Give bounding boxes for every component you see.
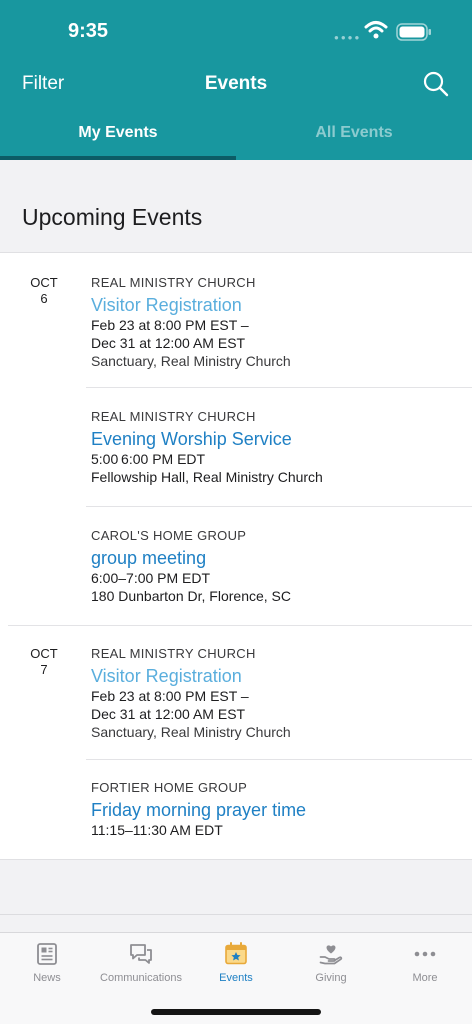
tab-all-events[interactable]: All Events — [236, 124, 472, 142]
section-title: Upcoming Events — [22, 204, 203, 230]
event-title[interactable]: Friday morning prayer time — [91, 799, 472, 821]
chat-bubbles-icon — [130, 944, 152, 964]
event-time: Feb 23 at 8:00 PM EST – — [91, 317, 249, 333]
events-tabs: My Events All Events — [0, 114, 472, 160]
event-title[interactable]: Visitor Registration — [91, 665, 472, 687]
event-title[interactable]: Evening Worship Service — [91, 428, 472, 450]
event-organization: REAL MINISTRY CHURCH — [91, 646, 256, 661]
active-tab-indicator — [0, 156, 236, 160]
event-time-end: Dec 31 at 12:00 AM EST — [91, 706, 246, 722]
navigation-bar: Filter Events — [0, 64, 472, 108]
events-list: OCT 6 REAL MINISTRY CHURCH Visitor Regis… — [0, 252, 472, 860]
event-organization: CAROL'S HOME GROUP — [91, 528, 247, 543]
event-organization: FORTIER HOME GROUP — [91, 780, 248, 795]
tab-label: Communications — [100, 972, 182, 984]
event-organization: REAL MINISTRY CHURCH — [91, 409, 256, 424]
tab-my-events[interactable]: My Events — [0, 124, 236, 142]
event-item[interactable]: REAL MINISTRY CHURCH Visitor Registratio… — [91, 646, 472, 741]
date-divider — [8, 625, 472, 626]
hand-heart-icon — [319, 945, 343, 965]
app-header: 9:35 ●●●● Filter Events My Events All Ev… — [0, 0, 472, 160]
event-time: 11:15–11:30 AM EDT — [91, 822, 223, 838]
event-item[interactable]: CAROL'S HOME GROUP group meeting 6:00–7:… — [91, 528, 472, 605]
home-indicator — [151, 1009, 321, 1015]
event-time: 5:00 6:00 PM EDT — [91, 451, 206, 467]
tab-events[interactable]: Events — [188, 933, 284, 993]
event-time: Feb 23 at 8:00 PM EST – — [91, 688, 249, 704]
event-item[interactable]: REAL MINISTRY CHURCH Evening Worship Ser… — [91, 409, 472, 486]
status-bar: 9:35 ●●●● — [0, 0, 472, 64]
tab-label: Giving — [315, 972, 347, 984]
row-divider — [86, 387, 472, 388]
page-title: Events — [204, 73, 268, 94]
date-month: OCT — [30, 275, 58, 290]
tab-label: Events — [219, 972, 253, 984]
date-month: OCT — [30, 646, 58, 661]
list-end-divider — [0, 914, 472, 915]
search-icon[interactable] — [422, 70, 450, 98]
event-time: 6:00–7:00 PM EDT — [91, 570, 211, 586]
row-divider — [86, 759, 472, 760]
date-group-oct-6: OCT 6 — [22, 275, 66, 307]
tab-label: More — [412, 972, 438, 984]
event-title[interactable]: Visitor Registration — [91, 294, 472, 316]
event-location: Sanctuary, Real Ministry Church — [91, 353, 291, 369]
event-organization: REAL MINISTRY CHURCH — [91, 275, 256, 290]
battery-icon — [396, 23, 431, 41]
calendar-star-icon — [225, 942, 247, 965]
event-title[interactable]: group meeting — [91, 547, 472, 569]
event-time-end: Dec 31 at 12:00 AM EST — [91, 335, 246, 351]
event-location: 180 Dunbarton Dr, Florence, SC — [91, 588, 291, 604]
cellular-signal-icon: ●●●● — [334, 33, 362, 42]
date-day: 6 — [40, 291, 48, 306]
tab-news[interactable]: News — [0, 933, 94, 993]
tab-communications[interactable]: Communications — [94, 933, 188, 993]
event-item[interactable]: FORTIER HOME GROUP Friday morning prayer… — [91, 780, 472, 839]
tab-giving[interactable]: Giving — [284, 933, 378, 993]
date-group-oct-7: OCT 7 — [22, 646, 66, 678]
more-dots-icon — [414, 951, 436, 957]
event-location: Fellowship Hall, Real Ministry Church — [91, 469, 323, 485]
row-divider — [86, 506, 472, 507]
status-time: 9:35 — [68, 20, 109, 42]
tab-more[interactable]: More — [378, 933, 472, 993]
tab-label: News — [33, 972, 61, 984]
news-icon — [37, 943, 57, 965]
wifi-icon — [364, 21, 388, 39]
date-day: 7 — [40, 662, 48, 677]
event-location: Sanctuary, Real Ministry Church — [91, 724, 291, 740]
event-item[interactable]: REAL MINISTRY CHURCH Visitor Registratio… — [91, 275, 472, 370]
